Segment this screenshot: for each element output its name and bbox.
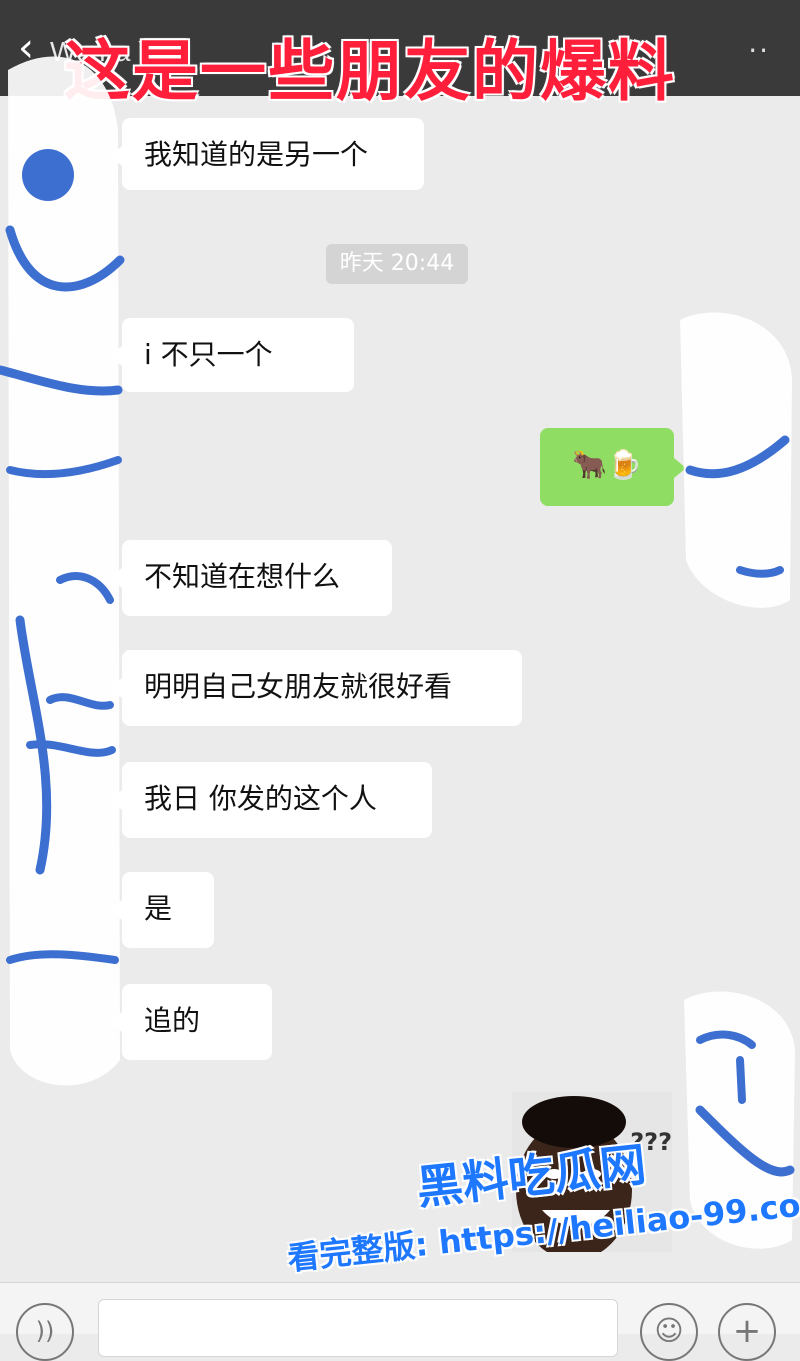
voice-icon[interactable]: )) bbox=[16, 1303, 74, 1361]
plus-icon[interactable]: + bbox=[718, 1303, 776, 1361]
message-input[interactable] bbox=[98, 1299, 618, 1357]
chat-input-bar: )) ☺ + bbox=[0, 1282, 800, 1361]
privacy-scribble-overlay bbox=[0, 56, 795, 1249]
emoji-icon[interactable]: ☺ bbox=[640, 1303, 698, 1361]
